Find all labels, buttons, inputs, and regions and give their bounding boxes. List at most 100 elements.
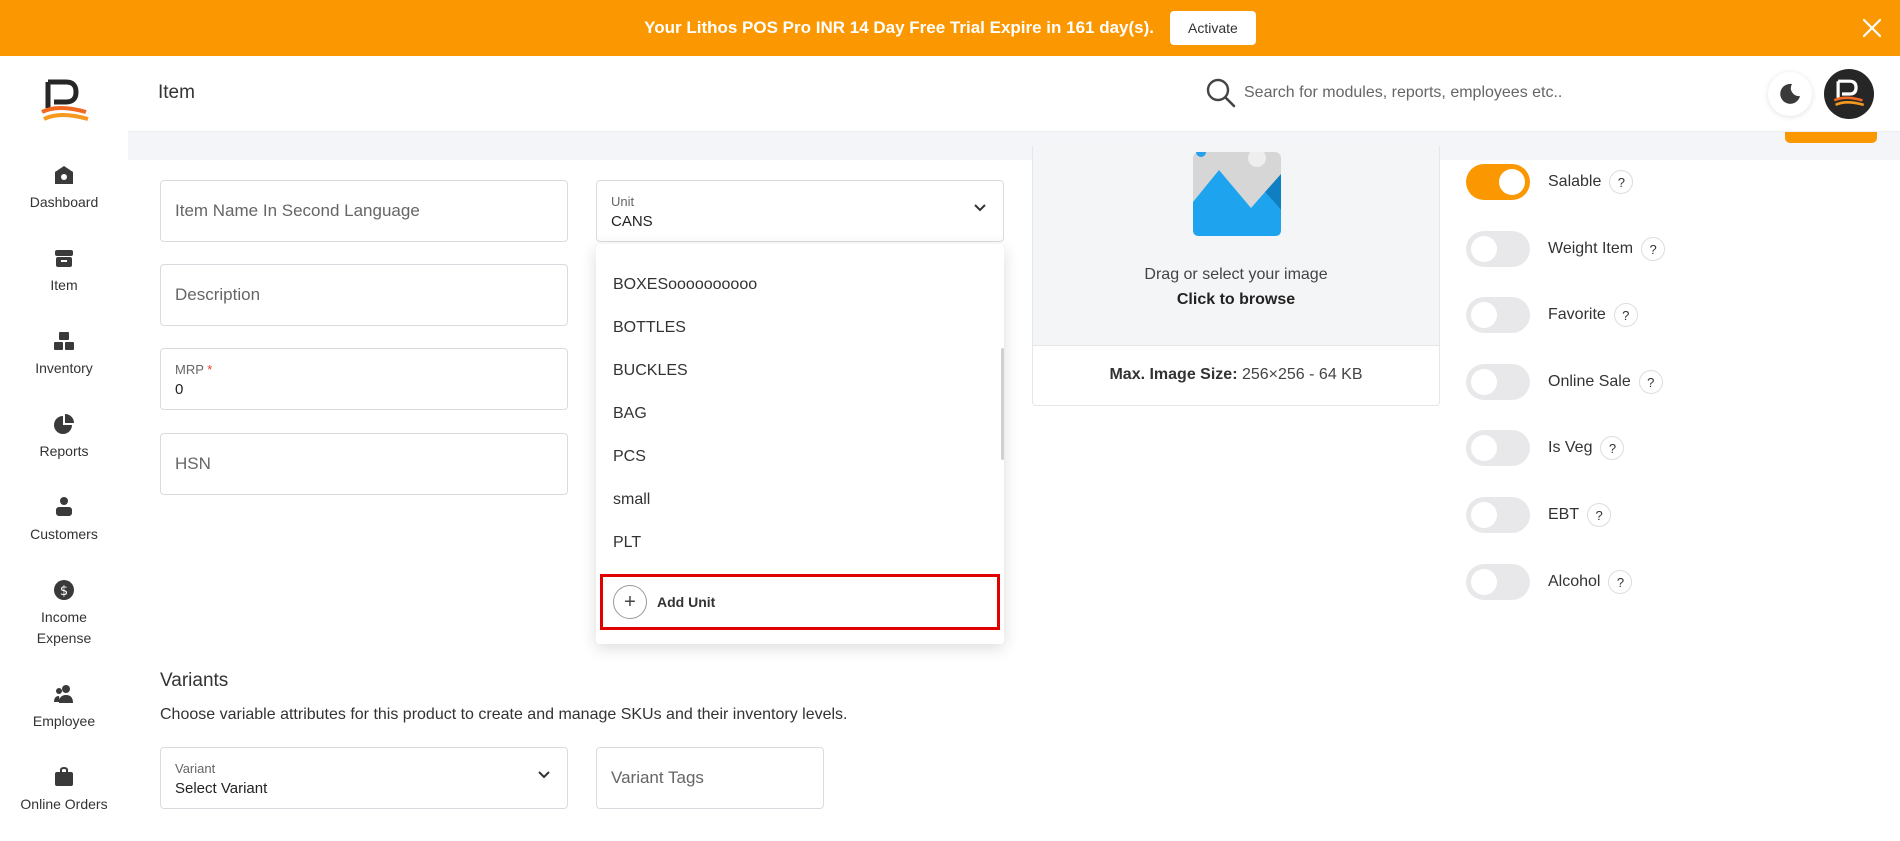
moon-icon: [1780, 83, 1800, 104]
page-title: Item: [158, 82, 195, 103]
description-field[interactable]: [160, 264, 568, 326]
trial-banner-text: Your Lithos POS Pro INR 14 Day Free Tria…: [644, 18, 1155, 37]
bag-icon: [55, 766, 73, 786]
variant-tags-input[interactable]: [597, 748, 823, 808]
upload-instruction: Drag or select your image: [1144, 266, 1328, 283]
image-upload[interactable]: Drag or select your image Click to brows…: [1032, 144, 1440, 406]
sidebar-item-employee[interactable]: Employee: [0, 683, 128, 732]
trial-banner: Your Lithos POS Pro INR 14 Day Free Tria…: [0, 0, 1900, 56]
second-language-input[interactable]: [161, 181, 567, 241]
image-placeholder-icon: [1193, 152, 1281, 236]
help-icon[interactable]: ?: [1587, 503, 1612, 527]
toggle-row-is-veg: Is Veg ?: [1466, 430, 1625, 466]
unit-option[interactable]: PCS: [613, 448, 646, 466]
image-drop-zone[interactable]: Drag or select your image Click to brows…: [1033, 144, 1439, 346]
salable-toggle[interactable]: [1466, 164, 1530, 200]
unit-label: Unit: [611, 194, 635, 209]
alcohol-toggle[interactable]: [1466, 564, 1530, 600]
customers-icon: [56, 497, 72, 516]
unit-option[interactable]: PLT: [613, 534, 641, 552]
sidebar-item-item[interactable]: Item: [0, 247, 128, 296]
variant-value: Select Variant: [175, 780, 268, 797]
mrp-value: 0: [175, 381, 184, 398]
variants-heading: Variants: [160, 670, 229, 691]
sidebar-item-label: Reports: [39, 443, 89, 459]
is-veg-toggle[interactable]: [1466, 430, 1530, 466]
pie-chart-icon: [54, 414, 74, 434]
chevron-down-icon: [538, 771, 550, 779]
ebt-toggle[interactable]: [1466, 497, 1530, 533]
toggle-row-favorite: Favorite ?: [1466, 297, 1638, 333]
browse-link[interactable]: Click to browse: [1033, 291, 1439, 309]
dollar-icon: $: [54, 580, 74, 600]
users-icon: [54, 685, 73, 703]
avatar[interactable]: [1824, 69, 1874, 119]
theme-toggle-button[interactable]: [1768, 72, 1812, 116]
hsn-input[interactable]: [161, 434, 567, 494]
sidebar-item-reports[interactable]: Reports: [0, 413, 128, 462]
toggle-label: Favorite: [1548, 306, 1606, 323]
online-sale-toggle[interactable]: [1466, 364, 1530, 400]
home-icon: [55, 166, 73, 184]
help-icon[interactable]: ?: [1641, 237, 1666, 261]
sidebar-item-label: Inventory: [35, 360, 93, 376]
chevron-down-icon: [974, 204, 986, 212]
sidebar-item-inventory[interactable]: Inventory: [0, 330, 128, 379]
toggle-label: Online Sale: [1548, 373, 1631, 390]
sidebar-item-label: Employee: [32, 713, 96, 729]
favorite-toggle[interactable]: [1466, 297, 1530, 333]
top-header: Item: [128, 56, 1900, 132]
mrp-label: MRP *: [175, 362, 213, 377]
lithos-logo: [41, 79, 89, 121]
save-button-edge[interactable]: [1785, 132, 1877, 143]
toggle-row-online-sale: Online Sale ?: [1466, 364, 1663, 400]
unit-option[interactable]: BAG: [613, 405, 647, 423]
weight-item-toggle[interactable]: [1466, 231, 1530, 267]
unit-select[interactable]: Unit CANS: [596, 180, 1004, 242]
variants-description: Choose variable attributes for this prod…: [160, 706, 848, 723]
sidebar-item-dashboard[interactable]: Dashboard: [0, 164, 128, 213]
sidebar-item-label: Income Expense: [36, 609, 92, 646]
activate-button[interactable]: Activate: [1170, 11, 1256, 45]
second-language-field[interactable]: [160, 180, 568, 242]
toggle-label: EBT: [1548, 506, 1580, 523]
unit-option[interactable]: BOXESoooooooooo: [613, 276, 757, 294]
close-icon[interactable]: [1858, 14, 1886, 42]
sidebar-item-label: Customers: [30, 526, 98, 542]
sidebar-item-income-expense[interactable]: $ Income Expense: [0, 579, 128, 649]
unit-value: CANS: [611, 213, 653, 230]
avatar-logo-icon: [1833, 79, 1865, 107]
unit-dropdown-menu: BOXESoooooooooo BOTTLES BUCKLES BAG PCS …: [596, 244, 1004, 644]
help-icon[interactable]: ?: [1608, 570, 1633, 594]
toggle-label: Is Veg: [1548, 439, 1593, 456]
sidebar-item-online-orders[interactable]: Online Orders: [0, 766, 128, 815]
help-icon[interactable]: ?: [1600, 436, 1625, 460]
sidebar: Dashboard Item Inventory Reports Custome…: [0, 56, 128, 841]
unit-option[interactable]: BUCKLES: [613, 362, 688, 380]
toggle-label: Weight Item: [1548, 240, 1634, 257]
hsn-field[interactable]: [160, 433, 568, 495]
toggle-label: Salable: [1548, 173, 1602, 190]
variant-select[interactable]: Variant Select Variant: [160, 747, 568, 809]
add-unit-button[interactable]: + Add Unit: [600, 574, 1000, 630]
mrp-field[interactable]: MRP * 0: [160, 348, 568, 410]
help-icon[interactable]: ?: [1613, 303, 1638, 327]
search-icon: [1206, 78, 1236, 108]
add-unit-label: Add Unit: [657, 594, 716, 610]
description-input[interactable]: [161, 265, 567, 325]
sidebar-item-label: Online Orders: [20, 796, 108, 812]
variant-tags-field[interactable]: [596, 747, 824, 809]
toggle-row-weight-item: Weight Item ?: [1466, 231, 1666, 267]
sidebar-item-customers[interactable]: Customers: [0, 496, 128, 545]
toggle-row-salable: Salable ?: [1466, 164, 1634, 200]
help-icon[interactable]: ?: [1638, 370, 1663, 394]
archive-icon: [55, 250, 73, 267]
boxes-icon: [54, 332, 74, 350]
sidebar-item-label: Dashboard: [29, 194, 99, 210]
help-icon[interactable]: ?: [1609, 170, 1634, 194]
unit-option[interactable]: small: [613, 491, 650, 509]
menu-scrollbar[interactable]: [1001, 348, 1004, 460]
unit-option[interactable]: BOTTLES: [613, 319, 686, 337]
search-input[interactable]: [1244, 74, 1644, 112]
toggle-row-ebt: EBT ?: [1466, 497, 1612, 533]
